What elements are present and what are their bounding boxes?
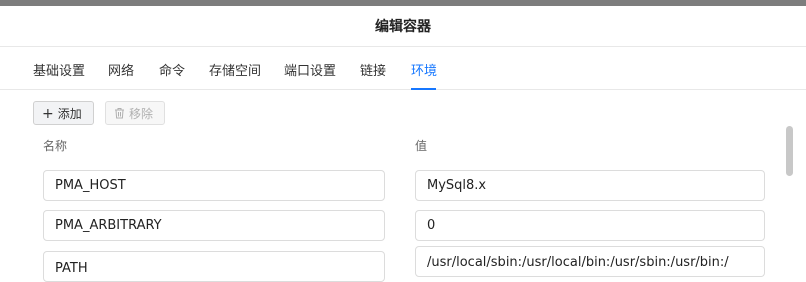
tab-storage[interactable]: 存储空间 <box>209 60 261 79</box>
trash-icon <box>114 102 125 126</box>
remove-button-label: 移除 <box>129 107 154 121</box>
env-value-field[interactable]: 0 <box>415 210 765 241</box>
name-column-header: 名称 <box>43 139 68 153</box>
env-name-field[interactable]: PMA_HOST <box>43 170 385 201</box>
tab-port-settings[interactable]: 端口设置 <box>284 60 336 79</box>
env-name-field[interactable]: PMA_ARBITRARY <box>43 210 385 241</box>
tab-basic-settings[interactable]: 基础设置 <box>33 60 85 79</box>
add-button-label: 添加 <box>57 107 82 121</box>
dialog-title: 编辑容器 <box>375 19 431 35</box>
active-tab-indicator <box>411 88 436 90</box>
env-value-field[interactable]: /usr/local/sbin:/usr/local/bin:/usr/sbin… <box>415 246 765 277</box>
tab-environment[interactable]: 环境 <box>411 60 437 79</box>
plus-icon: + <box>42 106 54 122</box>
tab-command[interactable]: 命令 <box>159 60 185 79</box>
remove-button[interactable]: 移除 <box>105 101 165 125</box>
env-value-field[interactable]: MySql8.x <box>415 170 765 201</box>
scrollbar-thumb[interactable] <box>786 126 793 176</box>
tab-links[interactable]: 链接 <box>360 60 386 79</box>
env-name-field[interactable]: PATH <box>43 251 385 282</box>
tab-bar: 基础设置 网络 命令 存储空间 端口设置 链接 环境 <box>0 47 806 90</box>
add-button[interactable]: + 添加 <box>33 101 94 125</box>
tab-network[interactable]: 网络 <box>108 60 134 79</box>
value-column-header: 值 <box>415 139 428 153</box>
dialog-header: 编辑容器 <box>0 6 806 47</box>
